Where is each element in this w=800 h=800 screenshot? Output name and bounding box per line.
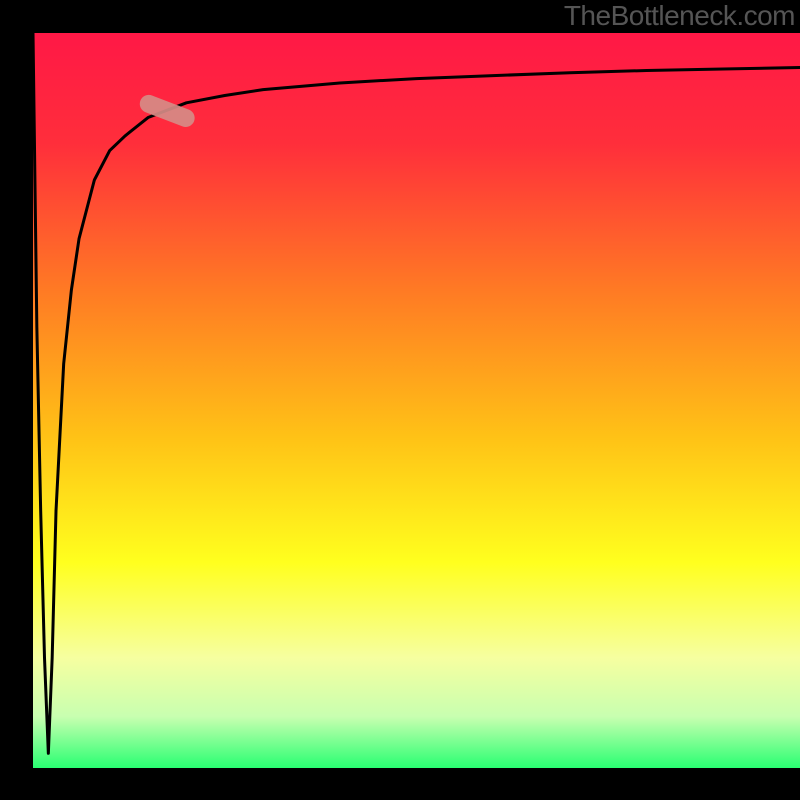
plot-background [33,33,800,768]
chart-root: TheBottleneck.com [0,0,800,800]
chart-canvas [0,0,800,800]
